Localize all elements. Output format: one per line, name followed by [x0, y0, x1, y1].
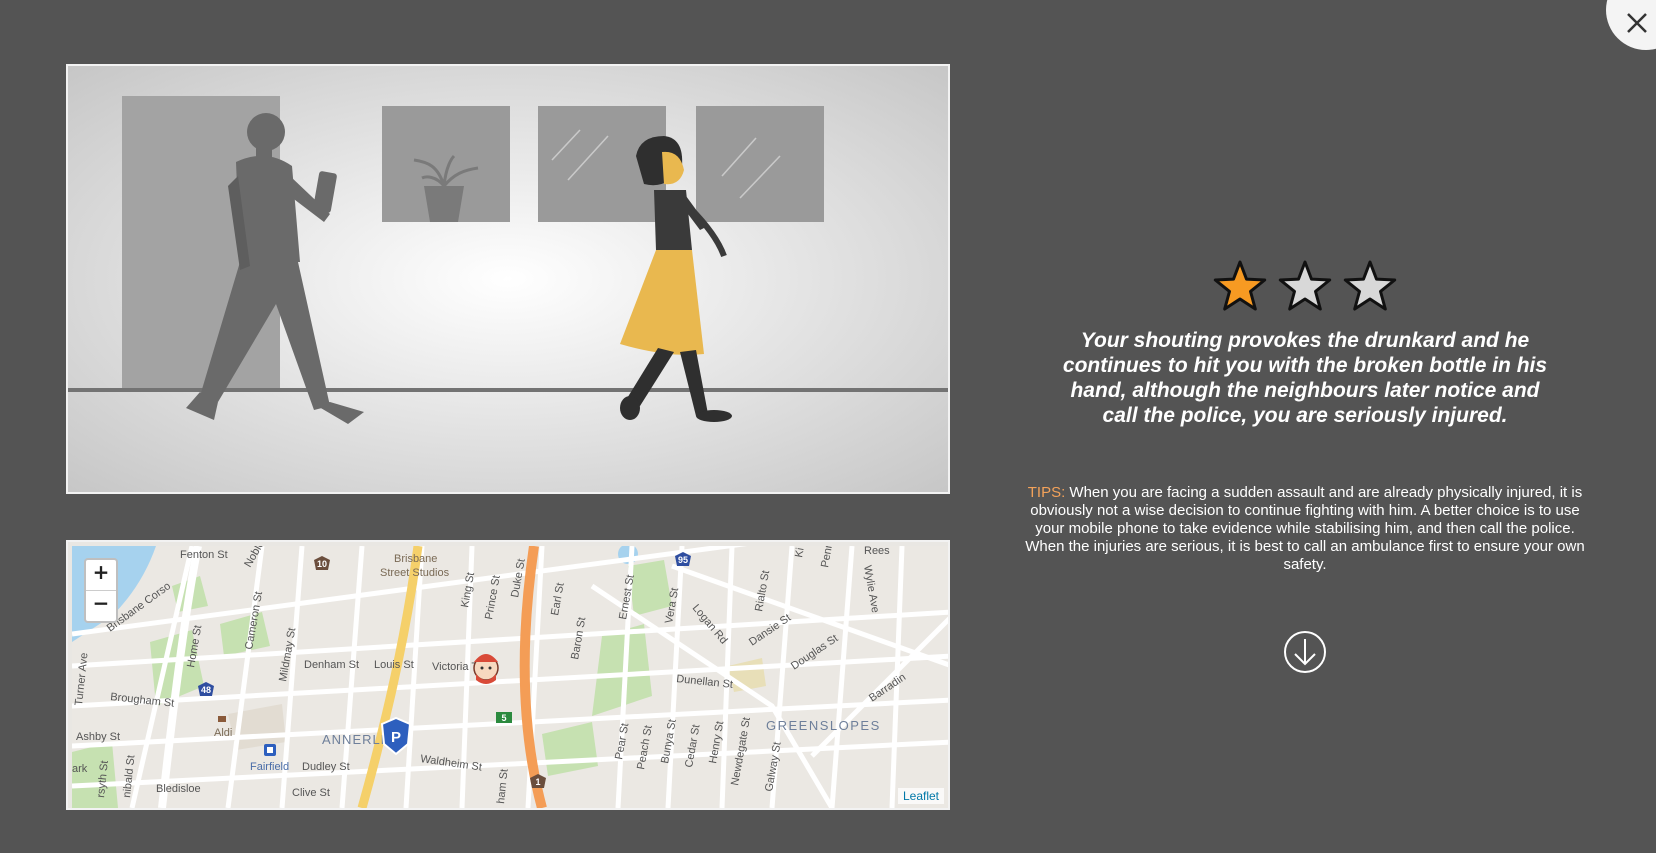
zoom-control: + −	[84, 558, 118, 623]
tips-text: TIPS: When you are facing a sudden assau…	[1024, 484, 1586, 574]
route-shield: 5	[496, 712, 512, 723]
zoom-in-button[interactable]: +	[86, 560, 116, 590]
user-location-marker-icon[interactable]	[473, 654, 499, 684]
tips-label: TIPS:	[1027, 484, 1066, 501]
result-text: Your shouting provokes the drunkard and …	[1062, 329, 1548, 427]
map-label: Aldi	[214, 727, 232, 739]
map-label: Louis St	[374, 659, 414, 671]
close-button[interactable]	[1606, 0, 1656, 50]
continue-button[interactable]	[1283, 630, 1327, 674]
map-label: Rees	[864, 546, 890, 557]
location-map[interactable]: Fenton St Brisbane Corso Noble Brisbane …	[66, 540, 950, 810]
map-label: Clive St	[292, 787, 330, 799]
star-filled-icon	[1213, 260, 1267, 311]
map-label: Fairfield	[250, 761, 289, 773]
leaflet-attribution-link[interactable]: Leaflet	[897, 788, 944, 804]
map-label: Brisbane	[394, 553, 437, 565]
map-label: ark	[72, 763, 88, 775]
map-label: Bledisloe	[156, 783, 201, 795]
map-label: Ashby St	[76, 731, 120, 743]
star-empty-icon	[1343, 260, 1397, 311]
svg-text:48: 48	[201, 685, 211, 695]
map-label: Dudley St	[302, 761, 350, 773]
svg-text:10: 10	[317, 559, 327, 569]
map-label: Victoria T	[432, 661, 478, 673]
shop-icon	[218, 716, 226, 722]
map-label: Denham St	[304, 659, 359, 671]
close-icon	[1627, 13, 1647, 33]
svg-text:P: P	[391, 729, 401, 746]
map-label: GREENSLOPES	[766, 718, 881, 733]
map-label: Street Studios	[380, 567, 450, 579]
scenario-illustration	[66, 64, 950, 494]
arrow-down-icon	[1294, 639, 1316, 666]
map-label: Fenton St	[180, 549, 228, 561]
window	[696, 106, 824, 222]
svg-text:95: 95	[678, 555, 688, 565]
tips-body: When you are facing a sudden assault and…	[1025, 484, 1585, 573]
map-tiles[interactable]: Fenton St Brisbane Corso Noble Brisbane …	[72, 546, 948, 808]
train-station-icon	[264, 744, 276, 756]
star-rating	[1213, 260, 1397, 311]
svg-text:1: 1	[535, 777, 540, 787]
map-label: Ki	[793, 547, 807, 559]
svg-text:5: 5	[501, 713, 506, 723]
zoom-out-button[interactable]: −	[86, 590, 116, 621]
star-empty-icon	[1278, 260, 1332, 311]
